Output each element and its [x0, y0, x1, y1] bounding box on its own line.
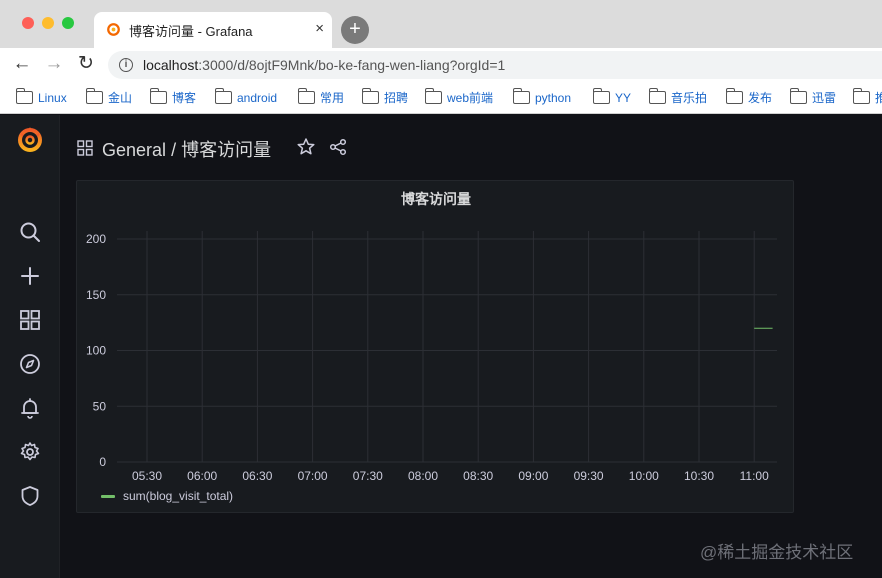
folder-icon: [149, 88, 167, 104]
folder-icon: [297, 88, 315, 104]
bookmark-folder[interactable]: 金山: [85, 88, 132, 107]
y-tick-label: 200: [86, 232, 106, 246]
bookmark-folder[interactable]: python: [512, 88, 571, 107]
url-text: localhost:3000/d/8ojtF9Mnk/bo-ke-fang-we…: [143, 57, 505, 73]
graph-panel[interactable]: 博客访问量 0 50 100 150 200 05:30 06:00 06:30 07:00 07…: [76, 180, 794, 513]
dashboards-icon[interactable]: [19, 309, 41, 331]
breadcrumb-separator: /: [171, 140, 177, 160]
url-host: localhost: [143, 57, 199, 73]
dashboard-grid-icon: [77, 140, 93, 156]
page-title[interactable]: General / 博客访问量: [102, 136, 271, 162]
share-icon[interactable]: [329, 138, 347, 156]
folder-icon: [512, 88, 530, 104]
x-tick-label: 10:00: [629, 469, 659, 481]
dashboard-title[interactable]: 博客访问量: [181, 140, 271, 160]
forward-arrow-icon[interactable]: →: [42, 52, 66, 76]
folder-icon: [852, 88, 870, 104]
bookmark-folder[interactable]: 常用: [297, 88, 344, 107]
breadcrumb-folder[interactable]: General: [102, 140, 166, 160]
grafana-app: General / 博客访问量 博客访问量 0 50 100 150 200 05:30 0…: [0, 115, 882, 578]
legend-label[interactable]: sum(blog_visit_total): [123, 489, 233, 503]
folder-icon: [15, 88, 33, 104]
address-bar[interactable]: i localhost:3000/d/8ojtF9Mnk/bo-ke-fang-…: [108, 51, 882, 79]
watermark-text: @稀土掘金技术社区: [700, 543, 854, 562]
bookmark-folder[interactable]: 音乐拍: [648, 88, 707, 107]
bookmarks-bar: Linux 金山 博客 android 常用 招聘 web前端 python Y…: [0, 82, 882, 114]
x-tick-label: 08:30: [463, 469, 493, 481]
url-path: :3000/d/8ojtF9Mnk/bo-ke-fang-wen-liang?o…: [198, 57, 506, 73]
x-tick-label: 06:30: [242, 469, 272, 481]
folder-icon: [361, 88, 379, 104]
star-icon[interactable]: [296, 137, 316, 157]
x-tick-label: 06:00: [187, 469, 217, 481]
y-tick-label: 100: [86, 344, 106, 358]
x-tick-label: 05:30: [132, 469, 162, 481]
x-tick-label: 11:00: [740, 469, 769, 481]
close-window-button[interactable]: [22, 17, 34, 29]
x-tick-label: 10:30: [684, 469, 714, 481]
y-tick-label: 150: [86, 288, 106, 302]
folder-icon: [725, 88, 743, 104]
back-arrow-icon[interactable]: ←: [10, 52, 34, 76]
grafana-favicon-icon: [107, 23, 120, 36]
folder-icon: [214, 88, 232, 104]
x-tick-label: 07:30: [353, 469, 383, 481]
grafana-logo-icon[interactable]: [16, 125, 44, 153]
reload-icon[interactable]: ↻: [74, 52, 98, 76]
y-tick-label: 0: [99, 455, 106, 469]
legend-swatch: [101, 495, 115, 498]
new-tab-button[interactable]: +: [341, 16, 369, 44]
bookmark-folder[interactable]: web前端: [424, 88, 493, 107]
x-tick-label: 09:00: [518, 469, 548, 481]
folder-icon: [592, 88, 610, 104]
explore-icon[interactable]: [19, 353, 41, 375]
plus-icon[interactable]: [19, 265, 41, 287]
shield-icon[interactable]: [19, 485, 41, 507]
minimize-window-button[interactable]: [42, 17, 54, 29]
browser-titlebar: 博客访问量 - Grafana × +: [0, 0, 882, 48]
folder-icon: [789, 88, 807, 104]
y-tick-label: 50: [93, 399, 107, 413]
folder-icon: [648, 88, 666, 104]
x-tick-label: 09:30: [574, 469, 604, 481]
alert-bell-icon[interactable]: [19, 397, 41, 419]
bookmark-folder[interactable]: YY: [592, 88, 631, 107]
bookmark-folder[interactable]: 招聘: [361, 88, 408, 107]
browser-tab[interactable]: 博客访问量 - Grafana ×: [94, 12, 332, 48]
tab-close-icon[interactable]: ×: [315, 19, 324, 39]
tab-title: 博客访问量 - Grafana: [129, 24, 253, 39]
folder-icon: [85, 88, 103, 104]
folder-icon: [424, 88, 442, 104]
info-icon[interactable]: i: [119, 58, 133, 72]
bookmark-folder[interactable]: 推: [852, 88, 882, 107]
gear-icon[interactable]: [19, 441, 41, 463]
x-tick-label: 08:00: [408, 469, 438, 481]
bookmark-folder[interactable]: android: [214, 88, 277, 107]
bookmark-folder[interactable]: Linux: [15, 88, 67, 107]
bookmark-folder[interactable]: 发布: [725, 88, 772, 107]
bookmark-folder[interactable]: 迅雷: [789, 88, 836, 107]
bookmark-folder[interactable]: 博客: [149, 88, 196, 107]
time-series-chart[interactable]: 0 50 100 150 200 05:30 06:00 06:30 07:00 07:30 08:…: [77, 181, 795, 481]
maximize-window-button[interactable]: [62, 17, 74, 29]
browser-toolbar: ← → ↻ i localhost:3000/d/8ojtF9Mnk/bo-ke…: [0, 48, 882, 82]
search-icon[interactable]: [19, 221, 41, 243]
x-tick-label: 07:00: [298, 469, 328, 481]
side-menu: [0, 115, 60, 578]
